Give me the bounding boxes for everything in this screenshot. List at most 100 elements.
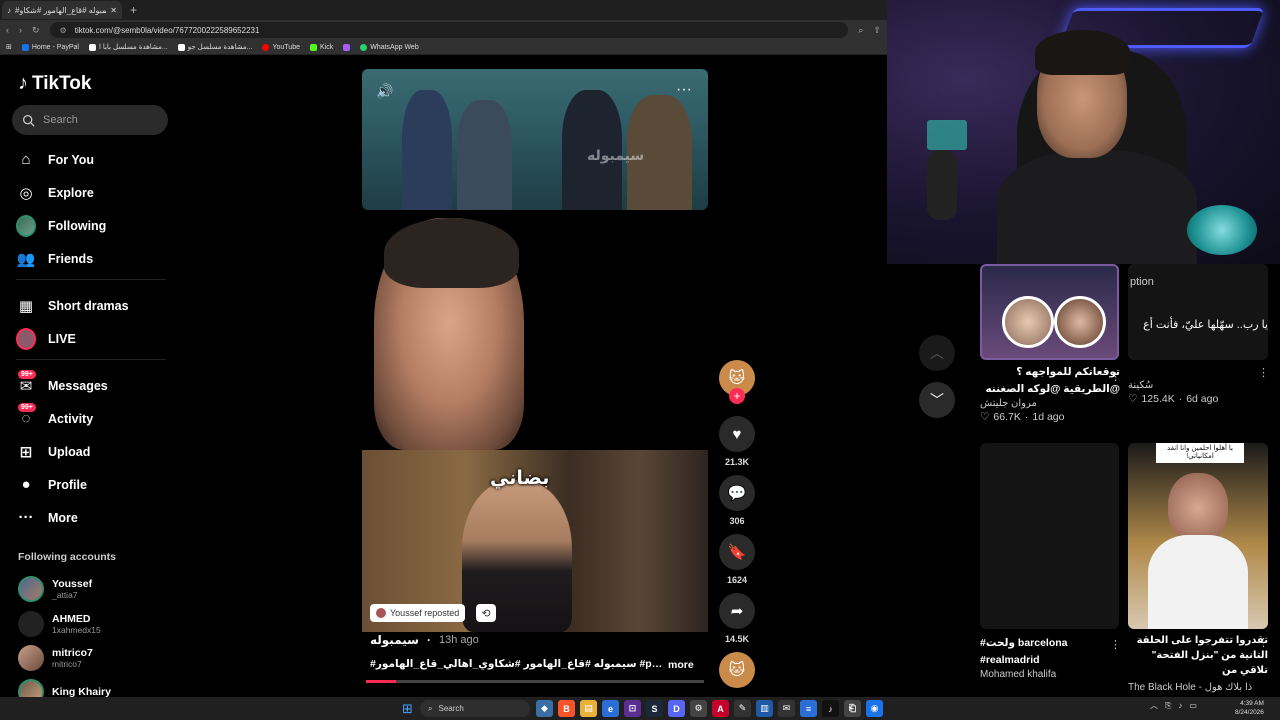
store-icon[interactable]: ⊡ xyxy=(624,700,641,717)
close-tab-icon[interactable]: ✕ xyxy=(110,6,117,15)
current-video[interactable]: بضاني Youssef reposted ⟲ xyxy=(362,218,708,632)
logo-text: TikTok xyxy=(32,72,92,94)
video-progress-bar[interactable] xyxy=(366,680,704,683)
chevron-up-icon[interactable]: ︿ xyxy=(1150,700,1158,711)
recommendation-card[interactable]: توقعاتكم للمواجهه ؟ @الطريقية @لوكه الصغ… xyxy=(980,264,1120,423)
sidebar-item-profile[interactable]: ● Profile xyxy=(16,468,166,501)
search-icon xyxy=(22,114,35,127)
card-more-icon[interactable]: ⋮ xyxy=(1110,638,1121,651)
sidebar-item-for-you[interactable]: ⌂ For You xyxy=(16,143,166,176)
sidebar-item-explore[interactable]: ◎ Explore xyxy=(16,176,166,209)
share-button[interactable]: ➦ 14.5K xyxy=(717,593,757,644)
like-button[interactable]: ♥ 21.3K xyxy=(717,416,757,467)
card-user[interactable]: سُكينة xyxy=(1128,380,1268,391)
repost-icon[interactable]: ⟲ xyxy=(476,604,496,622)
avatar xyxy=(1054,296,1106,348)
app-icon[interactable]: ✉ xyxy=(778,700,795,717)
card-user[interactable]: The Black Hole - ذا بلاك هول xyxy=(1128,682,1268,693)
follow-plus-icon[interactable]: + xyxy=(729,388,745,404)
bookmark-kick[interactable]: Kick xyxy=(309,43,333,51)
following-account[interactable]: AHMED 1xahmedx15 xyxy=(18,611,101,637)
discord-icon[interactable]: D xyxy=(668,700,685,717)
caption-more-link[interactable]: more xyxy=(668,659,694,671)
app-icon[interactable]: ⎗ xyxy=(844,700,861,717)
following-account[interactable]: mitrico7 mitrico7 xyxy=(18,645,93,671)
recommendation-card[interactable]: ption يا رب.. سهّلها عليّ، فأنت أع سُكين… xyxy=(1128,264,1268,405)
taskbar-clock[interactable]: 4:39 AM 8/24/2026 xyxy=(1235,699,1264,717)
bookmark-series-1[interactable]: مشاهدة مسلسل بابا ا... xyxy=(88,43,168,51)
sidebar-item-more[interactable]: ··· More xyxy=(16,501,166,534)
bookmark-series-2[interactable]: مشاهدة مسلسل جو... xyxy=(177,43,252,51)
heart-icon: ♥ xyxy=(719,416,755,452)
volume-icon[interactable]: ♪ xyxy=(1178,701,1182,710)
back-icon[interactable]: ‹ xyxy=(6,25,9,35)
url-field[interactable]: ⚙ tiktok.com/@semb0la/video/767720022258… xyxy=(49,22,849,38)
share-icon[interactable]: ⇪ xyxy=(873,25,881,36)
new-tab-button[interactable]: + xyxy=(130,3,137,17)
app-icon[interactable]: ✎ xyxy=(734,700,751,717)
sidebar-item-short-dramas[interactable]: ▦ Short dramas xyxy=(16,289,166,322)
taskbar-search[interactable]: ⌕ Search xyxy=(420,700,530,717)
account-handle: 1xahmedx15 xyxy=(52,625,101,635)
app-icon[interactable]: ⚙ xyxy=(690,700,707,717)
clock-time: 4:39 AM xyxy=(1240,700,1264,707)
video-speaker-face xyxy=(1168,473,1228,543)
card-likes: 125.4K xyxy=(1141,393,1175,405)
sidebar-item-activity[interactable]: ◌ 99+ Activity xyxy=(16,402,166,435)
sidebar-item-live[interactable]: LIVE xyxy=(16,322,166,355)
sidebar-item-upload[interactable]: ⊞ Upload xyxy=(16,435,166,468)
save-button[interactable]: 🔖 1624 xyxy=(717,534,757,585)
streamer-hair xyxy=(1035,30,1130,75)
zoom-icon[interactable]: ⌕ xyxy=(858,25,863,36)
card-more-icon[interactable]: ⋮ xyxy=(1258,366,1269,379)
browser-tab[interactable]: ♪ #سيمبوله #قاع_الهامور #شكاو... ✕ xyxy=(2,1,122,19)
avatar-icon xyxy=(16,214,36,237)
app-icon[interactable]: ≡ xyxy=(800,700,817,717)
sidebar-item-messages[interactable]: ✉ 99+ Messages xyxy=(16,369,166,402)
video-author[interactable]: سيمبوله xyxy=(370,633,419,647)
previous-video-button[interactable]: ︿ xyxy=(919,335,955,371)
bookmark-paypal[interactable]: Home - PayPal xyxy=(21,43,79,51)
chrome-icon[interactable]: ◉ xyxy=(866,700,883,717)
copilot-icon[interactable]: ◆ xyxy=(536,700,553,717)
recommendation-card[interactable]: #ولحت barcelona #realmadrid Mohamed khal… xyxy=(980,443,1120,680)
tiktok-icon[interactable]: ♪ xyxy=(822,700,839,717)
forward-icon[interactable]: › xyxy=(19,25,22,35)
app-icon[interactable]: ▥ xyxy=(756,700,773,717)
network-icon[interactable]: ⎘ xyxy=(1165,701,1171,711)
apps-icon[interactable]: ⊞ xyxy=(6,43,12,51)
windows-start-icon[interactable]: ⊞ xyxy=(402,701,413,717)
recommendation-card[interactable]: يا أهلوا احلمين وانا انقد امكانياتي! تقد… xyxy=(1128,443,1268,693)
battery-icon[interactable]: ▭ xyxy=(1189,701,1197,710)
app-icon[interactable]: A xyxy=(712,700,729,717)
account-name: mitrico7 xyxy=(52,647,93,659)
sound-avatar-button[interactable]: 🐱 xyxy=(717,652,757,688)
edge-icon[interactable]: e xyxy=(602,700,619,717)
steam-icon[interactable]: S xyxy=(646,700,663,717)
reload-icon[interactable]: ↻ xyxy=(32,25,40,36)
bookmark-misc[interactable] xyxy=(343,43,351,51)
file-explorer-icon[interactable]: ▤ xyxy=(580,700,597,717)
card-more-icon[interactable]: ⋮ xyxy=(1258,636,1269,649)
tiktok-logo[interactable]: ♪ TikTok xyxy=(18,72,91,95)
repost-tag[interactable]: Youssef reposted xyxy=(370,604,466,622)
previous-video[interactable]: 🔊 ··· سيمبوله xyxy=(362,69,708,210)
following-account[interactable]: Youssef _attia7 xyxy=(18,576,92,602)
more-options-icon[interactable]: ··· xyxy=(676,81,692,99)
card-more-icon[interactable]: ⋮ xyxy=(1110,370,1121,383)
card-user[interactable]: Mohamed khalifa xyxy=(980,669,1120,680)
next-video-button[interactable]: ﹀ xyxy=(919,382,955,418)
card-user[interactable]: مروان جليتش xyxy=(980,398,1120,409)
video-thumbnail: ption يا رب.. سهّلها عليّ، فأنت أع xyxy=(1128,264,1268,360)
comment-button[interactable]: 💬 306 xyxy=(717,475,757,526)
volume-icon[interactable]: 🔊 xyxy=(376,83,393,100)
site-info-icon[interactable]: ⚙ xyxy=(60,26,67,35)
creator-avatar-button[interactable]: 🐱 + xyxy=(717,360,757,404)
bookmark-whatsapp[interactable]: WhatsApp Web xyxy=(360,43,419,51)
share-arrow-icon: ➦ xyxy=(719,593,755,629)
sidebar-item-friends[interactable]: 👥 Friends xyxy=(16,242,166,275)
sidebar-item-following[interactable]: Following xyxy=(16,209,166,242)
search-input[interactable]: Search xyxy=(12,105,168,135)
bookmark-youtube[interactable]: YouTube xyxy=(262,43,300,51)
brave-icon[interactable]: B xyxy=(558,700,575,717)
